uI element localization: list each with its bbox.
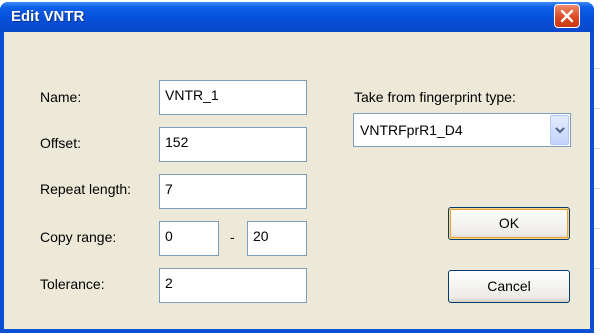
fingerprint-type-value: VNTRFprR1_D4 [360,122,463,138]
name-field[interactable]: VNTR_1 [159,80,307,115]
background-gridline [594,148,600,149]
ok-button[interactable]: OK [448,207,570,240]
dropdown-button[interactable] [550,115,569,145]
cancel-button[interactable]: Cancel [448,270,570,303]
offset-label: Offset: [40,135,81,151]
repeat-length-field[interactable]: 7 [159,174,307,209]
tolerance-label: Tolerance: [40,276,105,292]
title-bar[interactable]: Edit VNTR [0,2,594,32]
tolerance-field[interactable]: 2 [159,268,307,303]
background-gridline [594,108,600,109]
background-gridline [594,268,600,269]
dialog-title: Edit VNTR [11,8,85,25]
copy-range-from-field[interactable]: 0 [159,221,219,256]
dialog-body: Name: VNTR_1 Offset: 152 Repeat length: … [4,32,590,329]
edit-vntr-dialog: Edit VNTR Name: VNTR_1 Offset: 152 Repea… [0,2,594,333]
copy-range-separator: - [230,229,235,245]
close-icon [560,9,574,23]
copy-range-label: Copy range: [40,229,117,245]
background-gridline [594,188,600,189]
chevron-down-icon [555,127,565,134]
offset-field[interactable]: 152 [159,127,307,162]
copy-range-to-field[interactable]: 20 [247,221,307,256]
fingerprint-type-label: Take from fingerprint type: [354,89,516,105]
background-gridline [594,228,600,229]
fingerprint-type-select[interactable]: VNTRFprR1_D4 [353,113,571,147]
background-gridline [594,68,600,69]
repeat-length-label: Repeat length: [40,181,132,197]
name-label: Name: [40,89,82,105]
close-button[interactable] [554,4,580,28]
